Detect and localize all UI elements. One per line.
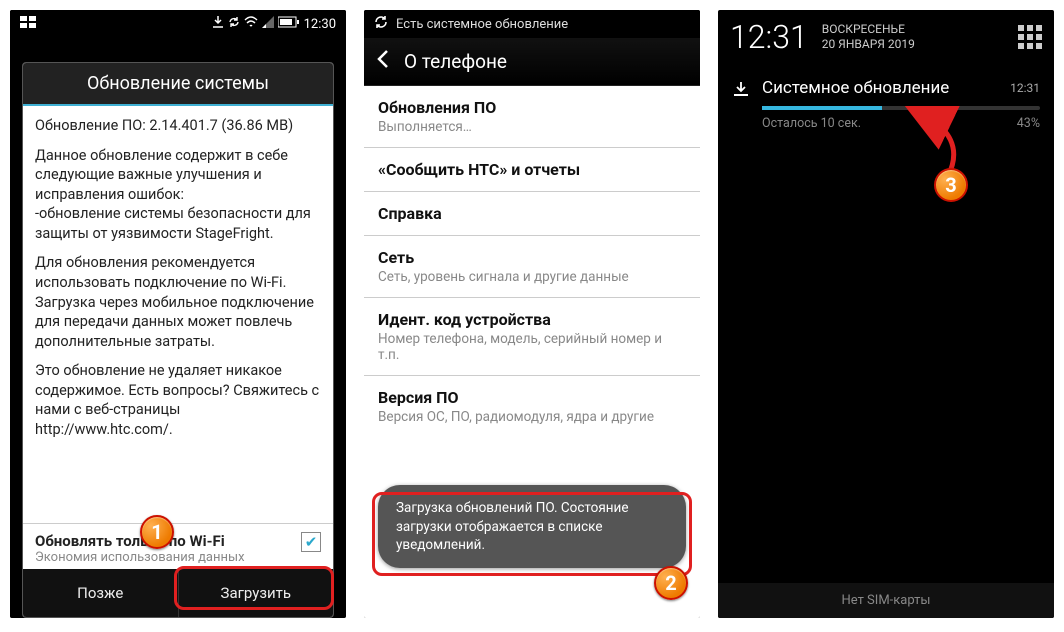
wifi-only-row[interactable]: Обновлять только по Wi-Fi Экономия испол… [23, 523, 333, 569]
update-para3: Это обновление не удаляет никакое содерж… [35, 361, 321, 439]
download-button[interactable]: Загрузить [179, 569, 334, 617]
clock: 12:31 [730, 18, 808, 56]
statusbar-time: 12:30 [304, 17, 336, 32]
list-item[interactable]: «Сообщить HTC» и отчеты [364, 148, 700, 192]
wifi-icon [244, 16, 258, 32]
anno-badge-3: 3 [934, 168, 968, 202]
no-sim-label: Нет SIM-карты [718, 583, 1054, 618]
statusbar-ticker: Есть системное обновление [364, 10, 700, 38]
wifi-only-sub: Экономия использования данных [35, 550, 301, 565]
settings-header[interactable]: О телефоне [364, 38, 700, 86]
percent-label: 43% [1017, 116, 1040, 131]
day-label: ВОСКРЕСЕНЬЕ [822, 22, 915, 37]
list-item[interactable]: Версия ПО Версия ОС, ПО, радиомодуля, яд… [364, 376, 700, 437]
update-para1: Данное обновление содержит в себе следую… [35, 146, 321, 244]
update-notification[interactable]: Системное обновление 12:31 Осталось 10 с… [718, 68, 1054, 139]
list-item[interactable]: Справка [364, 192, 700, 236]
dialog-title: Обновление системы [23, 63, 333, 106]
download-toast: Загрузка обновлений ПО. Состояние загруз… [378, 485, 686, 568]
header-title: О телефоне [404, 50, 507, 73]
notification-shade-header: 12:31 ВОСКРЕСЕНЬЕ 20 ЯНВАРЯ 2019 [718, 10, 1054, 64]
phone-2: Есть системное обновление О телефоне Обн… [364, 10, 700, 618]
back-icon[interactable] [376, 49, 390, 74]
progress-fill [762, 106, 882, 110]
download-icon [212, 16, 224, 32]
anno-badge-1: 1 [140, 515, 174, 549]
dialog-buttons: Позже Загрузить [23, 569, 333, 617]
sync-icon [374, 15, 388, 33]
download-icon [732, 79, 750, 97]
progress-bar [762, 106, 1040, 110]
list-item[interactable]: Идент. код устройства Номер телефона, мо… [364, 298, 700, 376]
list-item[interactable]: Сеть Сеть, уровень сигнала и другие данн… [364, 236, 700, 298]
phone-1: 12:30 Обновление системы Обновление ПО: … [10, 10, 346, 618]
battery-icon [278, 16, 300, 32]
date-label: 20 ЯНВАРЯ 2019 [822, 37, 915, 52]
wifi-only-checkbox[interactable]: ✔ [301, 532, 321, 552]
update-para2: Для обновления рекомендуется использоват… [35, 253, 321, 351]
update-version-line: Обновление ПО: 2.14.401.7 (36.86 МВ) [35, 116, 321, 136]
notification-title: Системное обновление [762, 78, 998, 98]
remaining-label: Осталось 10 сек. [762, 116, 861, 131]
dialog-backdrop: Обновление системы Обновление ПО: 2.14.4… [10, 38, 346, 618]
dialog-body: Обновление ПО: 2.14.401.7 (36.86 МВ) Дан… [23, 106, 333, 523]
statusbar: 12:30 [10, 10, 346, 38]
quick-settings-icon[interactable] [1018, 25, 1042, 49]
signal-icon [262, 16, 274, 32]
later-button[interactable]: Позже [23, 569, 179, 617]
list-item[interactable]: Обновления ПО Выполняется… [364, 86, 700, 148]
sync-icon [228, 16, 240, 32]
windows-icon [20, 16, 38, 32]
phone-3: 12:31 ВОСКРЕСЕНЬЕ 20 ЯНВАРЯ 2019 Системн… [718, 10, 1054, 618]
system-update-dialog: Обновление системы Обновление ПО: 2.14.4… [22, 62, 334, 618]
anno-badge-2: 2 [654, 566, 688, 600]
ticker-text: Есть системное обновление [396, 17, 568, 32]
notification-time: 12:31 [1010, 81, 1040, 95]
